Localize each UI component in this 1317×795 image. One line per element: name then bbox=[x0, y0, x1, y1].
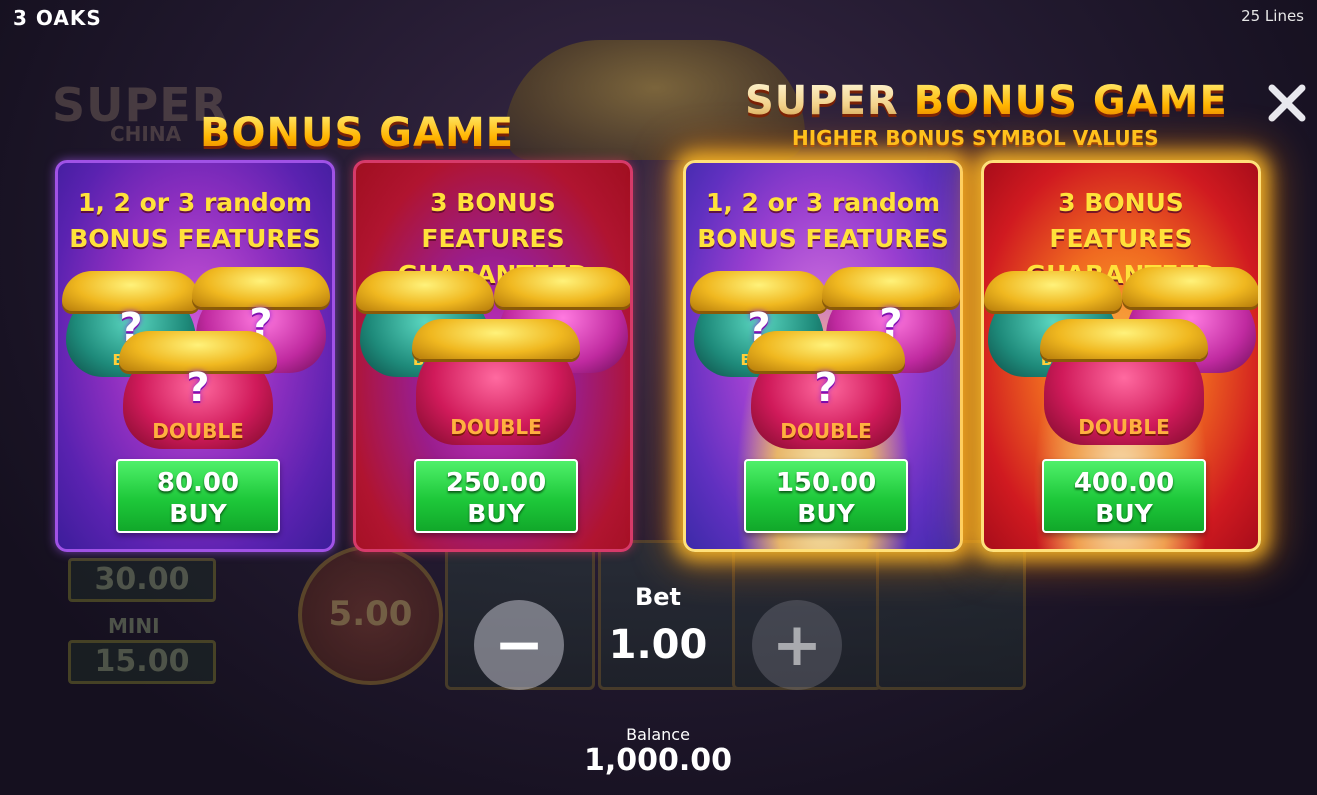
card-title-line1: 3 BONUS FEATURES bbox=[421, 188, 565, 253]
bet-increase-button[interactable]: + bbox=[752, 600, 842, 690]
bonus-card-random: 1, 2 or 3 random BONUS FEATURES BOO ? LT… bbox=[55, 160, 335, 552]
pot-icon-double: DOUBLE bbox=[412, 319, 580, 445]
buy-button[interactable]: 150.00 BUY bbox=[744, 459, 908, 533]
pot-label-double: DOUBLE bbox=[1078, 415, 1170, 439]
card-title-line1: 3 BONUS FEATURES bbox=[1049, 188, 1193, 253]
super-bonus-subtitle: HIGHER BONUS SYMBOL VALUES bbox=[792, 126, 1159, 150]
bet-decrease-button[interactable]: − bbox=[474, 600, 564, 690]
super-bonus-card-random: 1, 2 or 3 random BONUS FEATURES BOO ? LT… bbox=[683, 160, 963, 552]
buy-price: 400.00 bbox=[1073, 468, 1175, 498]
buy-label: BUY bbox=[169, 499, 227, 528]
pot-icon-double: DOUBLE bbox=[1040, 319, 1208, 445]
background-coin: 5.00 bbox=[298, 545, 443, 685]
jackpot-value: 30.00 bbox=[68, 558, 216, 602]
pot-icon-double: DOUBLE ? bbox=[119, 331, 277, 449]
buy-button[interactable]: 80.00 BUY bbox=[116, 459, 280, 533]
card-title-line2: BONUS FEATURES bbox=[69, 224, 321, 253]
pot-group: BOO ? LTI ? DOUBLE ? bbox=[58, 267, 332, 453]
background-reel bbox=[876, 540, 1026, 690]
card-title-line1: 1, 2 or 3 random bbox=[77, 188, 313, 217]
bonus-game-header: BONUS GAME bbox=[200, 110, 515, 156]
buy-button[interactable]: 400.00 BUY bbox=[1042, 459, 1206, 533]
card-title: 1, 2 or 3 random BONUS FEATURES bbox=[58, 185, 332, 257]
bonus-card-guaranteed: 3 BONUS FEATURES GUARANTEED BO LTI DOUBL… bbox=[353, 160, 633, 552]
buy-label: BUY bbox=[797, 499, 855, 528]
pot-group: BO LTI DOUBLE bbox=[984, 267, 1258, 453]
balance-value: 1,000.00 bbox=[583, 743, 733, 778]
super-bonus-game-word: BONUS GAME bbox=[913, 78, 1228, 124]
game-stage: SUPER CHINA 30.00 MINI 15.00 5.00 3 OAKS… bbox=[0, 0, 1317, 795]
jackpot-label-mini: MINI bbox=[108, 614, 160, 638]
buy-button[interactable]: 250.00 BUY bbox=[414, 459, 578, 533]
lines-count: 25 Lines bbox=[1241, 7, 1304, 25]
buy-price: 80.00 bbox=[156, 468, 240, 498]
balance-label: Balance bbox=[626, 725, 690, 744]
close-button[interactable] bbox=[1264, 80, 1310, 126]
plus-icon: + bbox=[771, 610, 823, 680]
buy-label: BUY bbox=[1095, 499, 1153, 528]
buy-price: 250.00 bbox=[445, 468, 547, 498]
minus-icon: − bbox=[493, 610, 545, 680]
question-mark-icon: ? bbox=[186, 365, 210, 411]
pot-label-double: DOUBLE bbox=[780, 419, 872, 443]
jackpot-value-mini: 15.00 bbox=[68, 640, 216, 684]
bet-label: Bet bbox=[634, 583, 682, 611]
card-title: 1, 2 or 3 random BONUS FEATURES bbox=[686, 185, 960, 257]
pot-label-double: DOUBLE bbox=[450, 415, 542, 439]
card-title-line2: BONUS FEATURES bbox=[697, 224, 949, 253]
pot-group: BOO ? LTI ? DOUBLE ? bbox=[686, 267, 960, 453]
super-bonus-card-guaranteed: 3 BONUS FEATURES GUARANTEED BO LTI DOUBL… bbox=[981, 160, 1261, 552]
pot-group: BO LTI DOUBLE bbox=[356, 267, 630, 453]
bet-value: 1.00 bbox=[608, 622, 708, 668]
super-word: SUPER bbox=[745, 78, 899, 124]
brand-logo: 3 OAKS bbox=[13, 6, 102, 30]
buy-label: BUY bbox=[467, 499, 525, 528]
super-bonus-game-header: SUPER BONUS GAME bbox=[745, 78, 1228, 124]
card-title-line1: 1, 2 or 3 random bbox=[705, 188, 941, 217]
close-icon bbox=[1268, 84, 1306, 122]
pot-label-double: DOUBLE bbox=[152, 419, 244, 443]
pot-icon-double: DOUBLE ? bbox=[747, 331, 905, 449]
buy-price: 150.00 bbox=[775, 468, 877, 498]
question-mark-icon: ? bbox=[814, 365, 838, 411]
background-logo-sub: CHINA bbox=[110, 122, 182, 146]
